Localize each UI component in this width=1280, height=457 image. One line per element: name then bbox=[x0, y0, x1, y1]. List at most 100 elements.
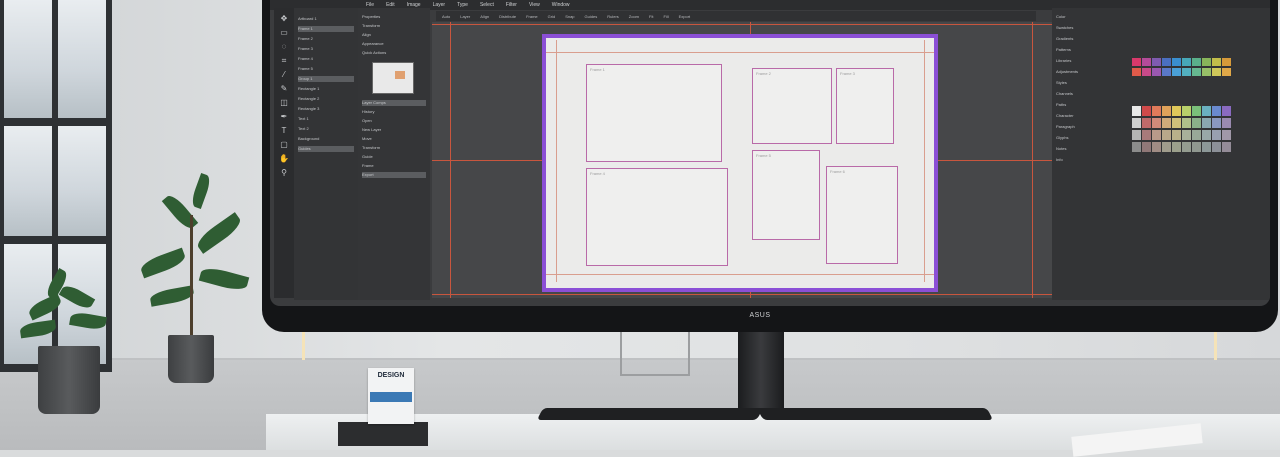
frame-box[interactable]: Frame 5 bbox=[752, 150, 820, 240]
palette-swatch[interactable] bbox=[1192, 130, 1201, 140]
shape-tool-icon[interactable]: ▢ bbox=[278, 140, 290, 150]
properties-item[interactable]: Properties bbox=[362, 14, 426, 20]
palette-swatch[interactable] bbox=[1222, 130, 1231, 140]
palette-swatch[interactable] bbox=[1182, 118, 1191, 128]
palette-swatch[interactable] bbox=[1212, 130, 1221, 140]
panel-item[interactable]: Patterns bbox=[1056, 47, 1126, 53]
palette-swatch[interactable] bbox=[1132, 130, 1141, 140]
guide-line[interactable] bbox=[450, 22, 451, 298]
properties-item[interactable]: Export bbox=[362, 172, 426, 178]
layer-item[interactable]: Group 1 bbox=[298, 76, 354, 82]
menu-item-type[interactable]: Type bbox=[457, 2, 468, 8]
color-swatch[interactable] bbox=[1202, 68, 1211, 76]
color-swatch[interactable] bbox=[1132, 68, 1141, 76]
panel-item[interactable]: Styles bbox=[1056, 80, 1126, 86]
option-align[interactable]: Align bbox=[480, 14, 489, 19]
palette-swatch[interactable] bbox=[1182, 130, 1191, 140]
crop-tool-icon[interactable]: ⌗ bbox=[278, 56, 290, 66]
menu-item-window[interactable]: Window bbox=[552, 2, 570, 8]
marquee-tool-icon[interactable]: ▭ bbox=[278, 28, 290, 38]
palette-swatch[interactable] bbox=[1152, 142, 1161, 152]
palette-swatch[interactable] bbox=[1192, 118, 1201, 128]
panel-item[interactable]: Color bbox=[1056, 14, 1126, 20]
menu-item-select[interactable]: Select bbox=[480, 2, 494, 8]
palette-swatch[interactable] bbox=[1152, 130, 1161, 140]
guide-line[interactable] bbox=[432, 294, 1052, 295]
properties-item[interactable]: Frame bbox=[362, 163, 426, 169]
eraser-tool-icon[interactable]: ◫ bbox=[278, 98, 290, 108]
color-swatch[interactable] bbox=[1172, 68, 1181, 76]
palette-swatch[interactable] bbox=[1202, 142, 1211, 152]
frame-box[interactable]: Frame 1 bbox=[586, 64, 722, 162]
palette-swatch[interactable] bbox=[1222, 142, 1231, 152]
panel-item[interactable]: Paragraph bbox=[1056, 124, 1126, 130]
artboard[interactable]: Frame 1 Frame 2 Frame 3 Frame 4 Frame 5 … bbox=[542, 34, 938, 292]
brush-tool-icon[interactable]: ✎ bbox=[278, 84, 290, 94]
option-frame[interactable]: Frame bbox=[526, 14, 538, 19]
palette-swatch[interactable] bbox=[1202, 118, 1211, 128]
color-swatch[interactable] bbox=[1182, 68, 1191, 76]
panel-item[interactable]: Channels bbox=[1056, 91, 1126, 97]
properties-item[interactable]: Transform bbox=[362, 145, 426, 151]
option-fill[interactable]: Fill bbox=[663, 14, 668, 19]
type-tool-icon[interactable]: T bbox=[278, 126, 290, 136]
frame-box[interactable]: Frame 2 bbox=[752, 68, 832, 144]
color-swatch[interactable] bbox=[1192, 58, 1201, 66]
option-export[interactable]: Export bbox=[679, 14, 691, 19]
palette-swatch[interactable] bbox=[1172, 130, 1181, 140]
palette-swatch[interactable] bbox=[1162, 142, 1171, 152]
palette-swatch[interactable] bbox=[1142, 130, 1151, 140]
color-swatch[interactable] bbox=[1172, 58, 1181, 66]
palette-swatch[interactable] bbox=[1152, 118, 1161, 128]
layer-item[interactable]: Rectangle 3 bbox=[298, 106, 354, 112]
color-swatch[interactable] bbox=[1222, 68, 1231, 76]
menu-item-layer[interactable]: Layer bbox=[433, 2, 446, 8]
properties-item[interactable]: Layer Comps bbox=[362, 100, 426, 106]
palette-swatch[interactable] bbox=[1162, 130, 1171, 140]
palette-swatch[interactable] bbox=[1142, 106, 1151, 116]
eyedropper-tool-icon[interactable]: ⁄ bbox=[278, 70, 290, 80]
option-rulers[interactable]: Rulers bbox=[607, 14, 619, 19]
option-guides[interactable]: Guides bbox=[585, 14, 598, 19]
panel-item[interactable]: Paths bbox=[1056, 102, 1126, 108]
palette-swatch[interactable] bbox=[1162, 106, 1171, 116]
color-swatch[interactable] bbox=[1162, 58, 1171, 66]
palette-swatch[interactable] bbox=[1192, 142, 1201, 152]
layer-item[interactable]: Frame 4 bbox=[298, 56, 354, 62]
menu-item-view[interactable]: View bbox=[529, 2, 540, 8]
layer-item[interactable]: Frame 1 bbox=[298, 26, 354, 32]
properties-item[interactable]: Align bbox=[362, 32, 426, 38]
layer-item[interactable]: Rectangle 2 bbox=[298, 96, 354, 102]
palette-swatch[interactable] bbox=[1172, 106, 1181, 116]
option-zoom[interactable]: Zoom bbox=[629, 14, 639, 19]
layer-item[interactable]: Rectangle 1 bbox=[298, 86, 354, 92]
palette-swatch[interactable] bbox=[1182, 142, 1191, 152]
properties-item[interactable]: Quick Actions bbox=[362, 50, 426, 56]
option-grid[interactable]: Grid bbox=[548, 14, 556, 19]
zoom-tool-icon[interactable]: ⚲ bbox=[278, 168, 290, 178]
properties-item[interactable]: Move bbox=[362, 136, 426, 142]
color-swatch[interactable] bbox=[1162, 68, 1171, 76]
option-snap[interactable]: Snap bbox=[565, 14, 574, 19]
palette-swatch[interactable] bbox=[1162, 118, 1171, 128]
panel-item[interactable]: Gradients bbox=[1056, 36, 1126, 42]
palette-swatch[interactable] bbox=[1152, 106, 1161, 116]
color-swatch[interactable] bbox=[1222, 58, 1231, 66]
color-swatch[interactable] bbox=[1132, 58, 1141, 66]
move-tool-icon[interactable]: ✥ bbox=[278, 14, 290, 24]
palette-swatch[interactable] bbox=[1142, 142, 1151, 152]
properties-item[interactable]: Guide bbox=[362, 154, 426, 160]
palette-swatch[interactable] bbox=[1202, 106, 1211, 116]
panel-item[interactable]: Info bbox=[1056, 157, 1126, 163]
pen-tool-icon[interactable]: ✒ bbox=[278, 112, 290, 122]
layer-item[interactable]: Guides bbox=[298, 146, 354, 152]
palette-swatch[interactable] bbox=[1222, 106, 1231, 116]
layer-item[interactable]: Artboard 1 bbox=[298, 16, 354, 22]
color-swatch[interactable] bbox=[1152, 68, 1161, 76]
layer-item[interactable]: Text 1 bbox=[298, 116, 354, 122]
properties-item[interactable]: History bbox=[362, 109, 426, 115]
panel-item[interactable]: Adjustments bbox=[1056, 69, 1126, 75]
palette-swatch[interactable] bbox=[1172, 142, 1181, 152]
option-layer[interactable]: Layer bbox=[460, 14, 470, 19]
palette-swatch[interactable] bbox=[1212, 118, 1221, 128]
